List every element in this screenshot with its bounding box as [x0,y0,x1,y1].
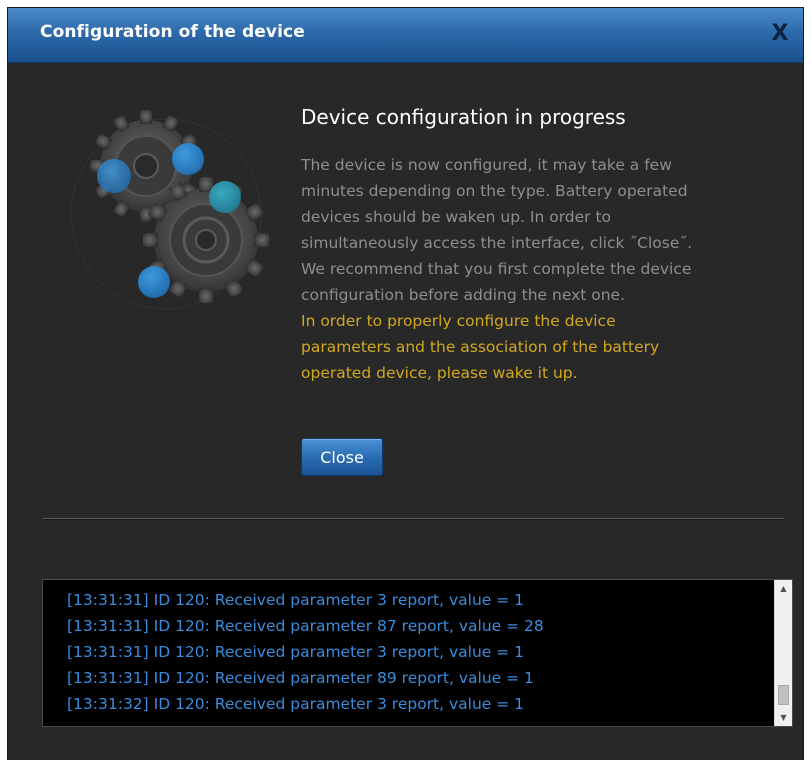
warning-line: In order to properly configure the devic… [301,312,616,330]
page-title: Device configuration in progress [301,105,626,129]
description-line: simultaneously access the interface, cli… [301,234,693,252]
description-text: The device is now configured, it may tak… [301,152,771,308]
description-line: The device is now configured, it may tak… [301,156,672,174]
scroll-up-arrow-icon[interactable]: ▲ [775,580,792,597]
close-button[interactable]: Close [301,438,383,476]
gears-icon [66,94,296,314]
warning-line: operated device, please wake it up. [301,364,578,382]
scrollbar-thumb[interactable] [778,685,789,705]
log-line: [13:31:31] ID 120: Received parameter 3 … [67,591,525,609]
log-panel[interactable]: [13:31:31] ID 120: Received parameter 3 … [42,579,793,727]
dialog-content: Device configuration in progress The dev… [301,104,771,386]
description-line: We recommend that you first complete the… [301,260,692,278]
configuration-dialog: Configuration of the device X Device con… [8,8,803,760]
description-line: devices should be waken up. In order to [301,208,612,226]
warning-line: parameters and the association of the ba… [301,338,660,356]
log-list: [13:31:31] ID 120: Received parameter 3 … [67,587,772,717]
log-line: [13:31:31] ID 120: Received parameter 3 … [67,643,525,661]
warning-text: In order to properly configure the devic… [301,308,771,386]
close-icon[interactable]: X [767,20,793,48]
log-line: [13:31:31] ID 120: Received parameter 87… [67,617,544,635]
description-line: configuration before adding the next one… [301,286,626,304]
scroll-down-arrow-icon[interactable]: ▼ [775,709,792,726]
log-scrollbar[interactable]: ▲ ▼ [774,580,792,726]
log-line: [13:31:32] ID 120: Received parameter 3 … [67,695,525,713]
dialog-titlebar: Configuration of the device X [8,8,803,63]
log-line: [13:31:31] ID 120: Received parameter 89… [67,669,534,687]
dialog-title: Configuration of the device [40,22,305,42]
divider [42,518,785,520]
description-line: minutes depending on the type. Battery o… [301,182,688,200]
